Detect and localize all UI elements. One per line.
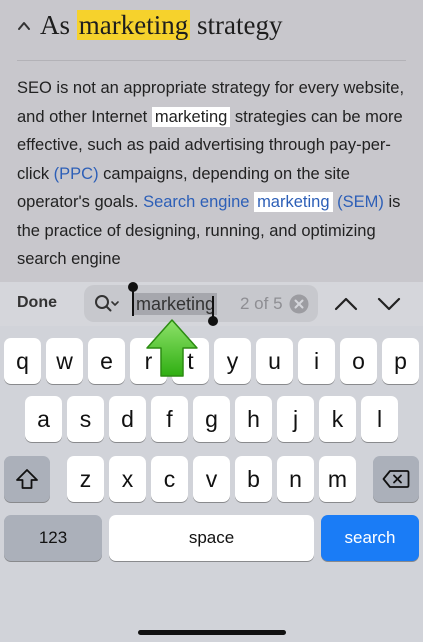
key-n[interactable]: n — [277, 456, 314, 502]
find-input[interactable]: marketing 2 of 5 — [84, 285, 318, 322]
key-i[interactable]: i — [298, 338, 335, 384]
search-key[interactable]: search — [321, 515, 419, 561]
section-title-prefix: As — [40, 10, 71, 40]
article-content: As marketing strategy SEO is not an appr… — [0, 0, 423, 282]
clear-icon[interactable] — [289, 294, 309, 314]
divider — [17, 60, 406, 61]
key-z[interactable]: z — [67, 456, 104, 502]
sem-link[interactable]: Search engine marketing (SEM) — [143, 192, 384, 212]
key-a[interactable]: a — [25, 396, 62, 442]
section-heading[interactable]: As marketing strategy — [17, 10, 282, 41]
numbers-key[interactable]: 123 — [4, 515, 102, 561]
key-o[interactable]: o — [340, 338, 377, 384]
key-d[interactable]: d — [109, 396, 146, 442]
chevron-up-icon[interactable] — [17, 19, 31, 33]
keyboard: q w e r t y u i o p a s d f g h j k l z … — [0, 326, 423, 642]
find-query-text[interactable]: marketing — [134, 293, 218, 315]
key-b[interactable]: b — [235, 456, 272, 502]
key-l[interactable]: l — [361, 396, 398, 442]
shift-icon[interactable] — [15, 468, 39, 490]
key-h[interactable]: h — [235, 396, 272, 442]
key-p[interactable]: p — [382, 338, 419, 384]
selection-start-caret[interactable] — [132, 290, 134, 316]
key-m[interactable]: m — [319, 456, 356, 502]
key-j[interactable]: j — [277, 396, 314, 442]
search-icon[interactable] — [94, 294, 120, 314]
key-y[interactable]: y — [214, 338, 251, 384]
key-v[interactable]: v — [193, 456, 230, 502]
key-q[interactable]: q — [4, 338, 41, 384]
key-k[interactable]: k — [319, 396, 356, 442]
done-button[interactable]: Done — [17, 294, 57, 312]
home-indicator[interactable] — [138, 630, 286, 635]
section-title-suffix: strategy — [196, 10, 283, 40]
key-w[interactable]: w — [46, 338, 83, 384]
key-e[interactable]: e — [88, 338, 125, 384]
next-match-button[interactable] — [376, 293, 402, 315]
screen: As marketing strategy SEO is not an appr… — [0, 0, 423, 642]
match-highlight: marketing — [151, 106, 231, 127]
ppc-link[interactable]: (PPC) — [54, 165, 99, 183]
shift-key[interactable] — [4, 456, 50, 502]
key-f[interactable]: f — [151, 396, 188, 442]
current-match-highlight: marketing — [76, 10, 191, 40]
article-paragraph: SEO is not an appropriate strategy for e… — [17, 74, 412, 274]
match-count: 2 of 5 — [240, 294, 283, 313]
previous-match-button[interactable] — [333, 293, 359, 315]
green-up-arrow-icon — [146, 319, 198, 377]
match-highlight[interactable]: marketing — [254, 192, 333, 212]
key-s[interactable]: s — [67, 396, 104, 442]
sem-link-text[interactable]: (SEM) — [333, 193, 384, 211]
key-g[interactable]: g — [193, 396, 230, 442]
backspace-icon[interactable] — [382, 469, 410, 489]
delete-key[interactable] — [373, 456, 419, 502]
space-key[interactable]: space — [109, 515, 314, 561]
sem-link-text[interactable]: Search engine — [143, 193, 254, 211]
key-c[interactable]: c — [151, 456, 188, 502]
section-title: As marketing strategy — [40, 10, 282, 41]
selection-end-handle[interactable] — [208, 316, 218, 326]
key-x[interactable]: x — [109, 456, 146, 502]
key-u[interactable]: u — [256, 338, 293, 384]
